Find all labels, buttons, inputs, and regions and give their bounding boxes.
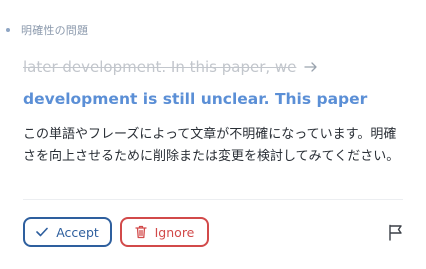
original-text: later development. In this paper, we — [23, 58, 297, 76]
divider — [23, 199, 403, 200]
arrow-right-icon — [304, 62, 318, 72]
accept-button[interactable]: Accept — [23, 217, 112, 247]
accept-label: Accept — [56, 224, 99, 240]
flag-icon[interactable] — [388, 224, 404, 241]
explanation-text: この単語やフレーズによって文章が不明確になっています。明確さを向上させるために削… — [23, 127, 400, 164]
check-icon — [36, 227, 48, 237]
suggestion-card: 明確性の問題 later development. In this paper,… — [0, 0, 426, 269]
original-text-row: later development. In this paper, we — [23, 58, 318, 76]
suggested-text[interactable]: development is still unclear. This paper — [23, 90, 367, 108]
trash-icon — [134, 225, 147, 239]
ignore-label: Ignore — [154, 224, 195, 240]
dot-icon — [6, 28, 10, 32]
ignore-button[interactable]: Ignore — [120, 217, 209, 247]
issue-category: 明確性の問題 — [21, 24, 89, 37]
card-header: 明確性の問題 — [6, 22, 88, 38]
